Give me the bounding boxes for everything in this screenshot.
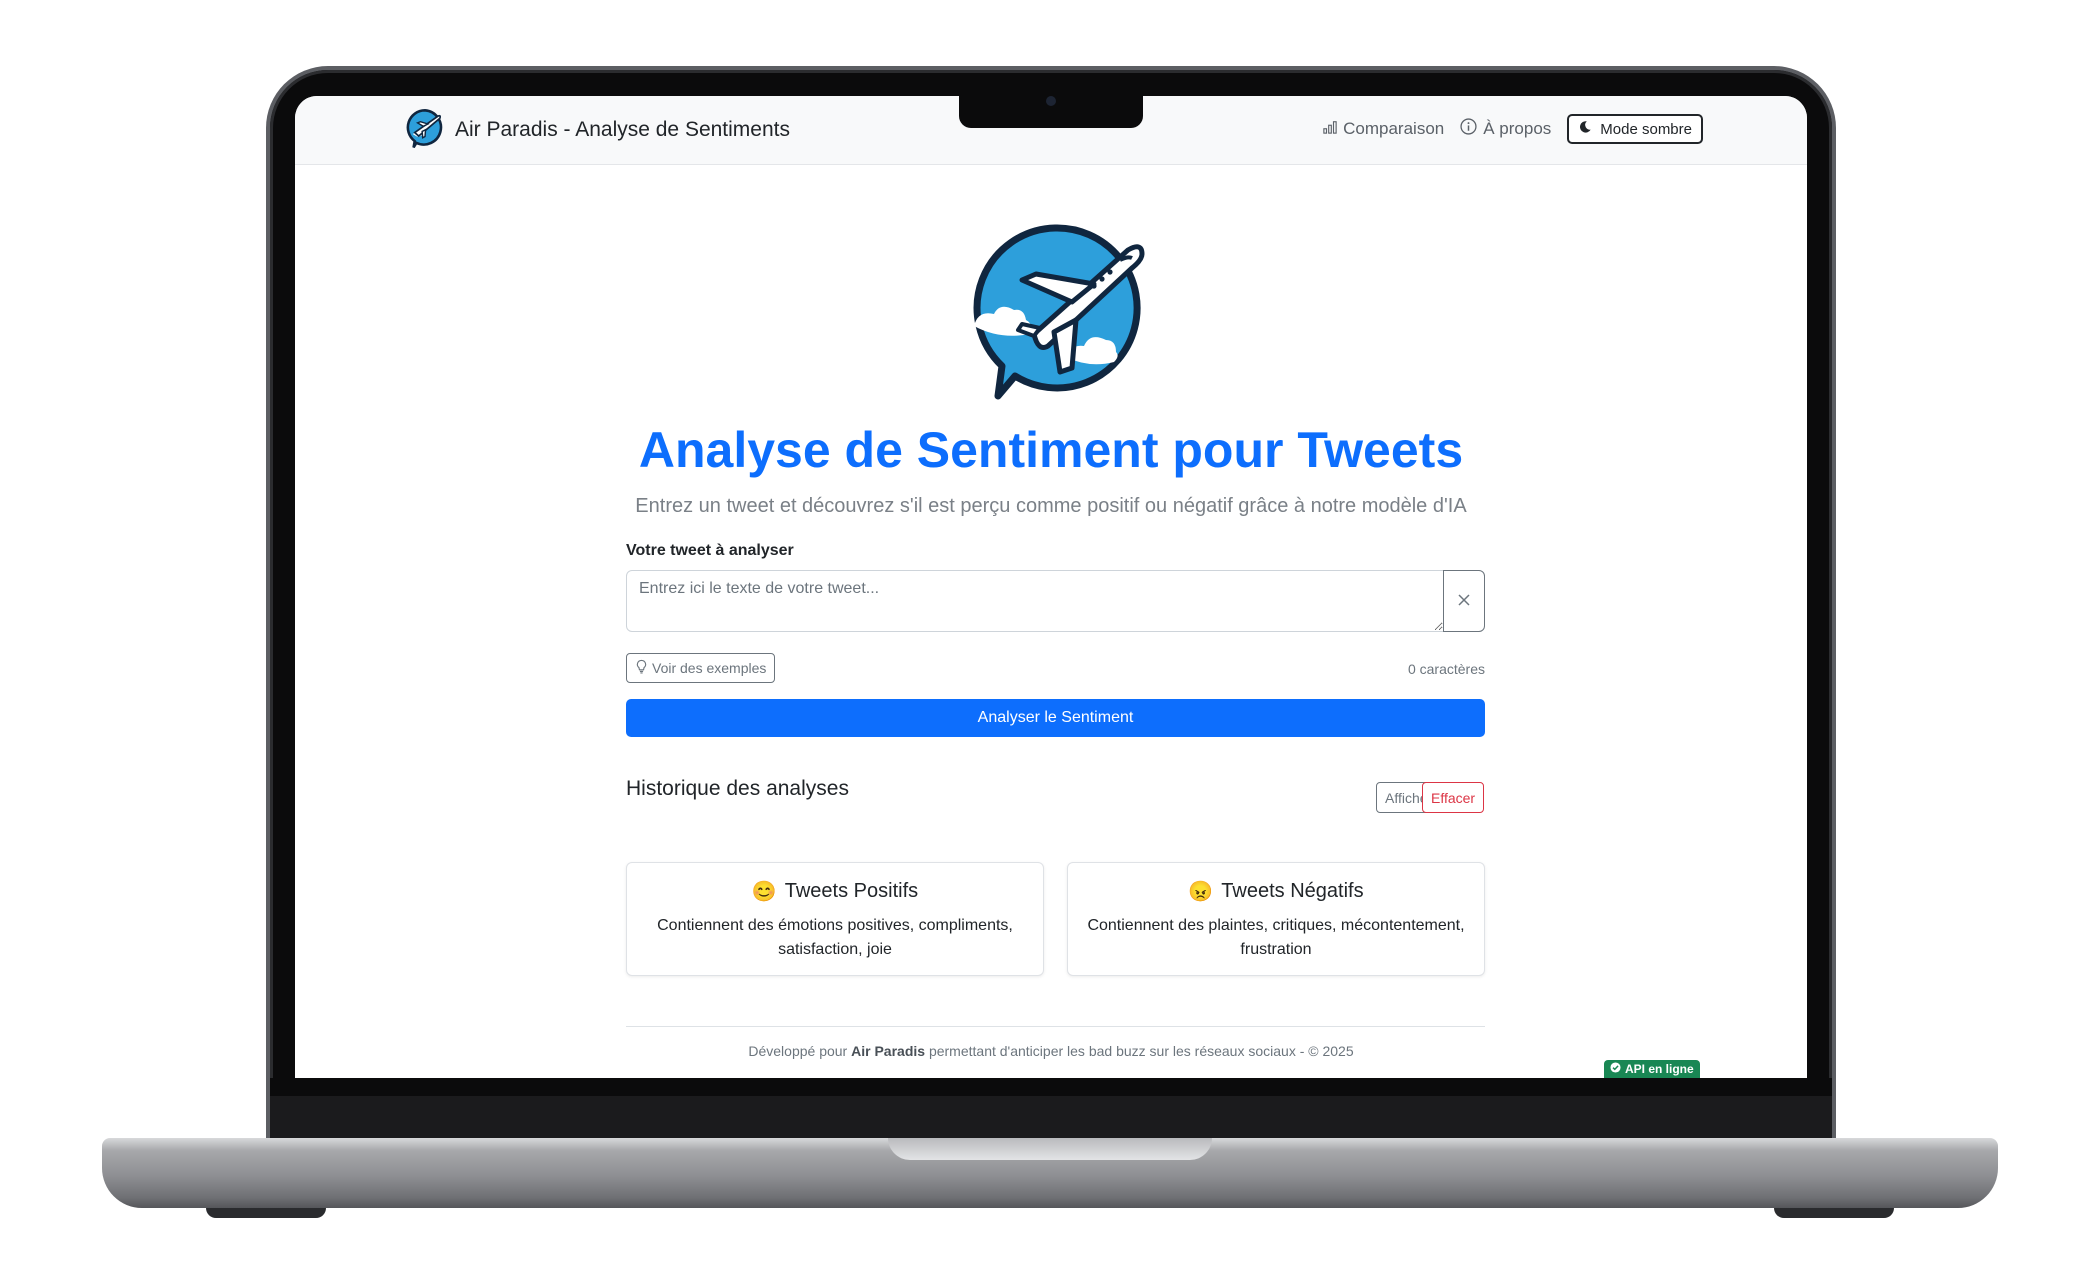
card-title: Tweets Positifs [784, 880, 919, 902]
close-icon [1457, 592, 1471, 611]
page-subtitle: Entrez un tweet et découvrez s'il est pe… [635, 495, 1467, 517]
footer-divider [626, 1026, 1485, 1027]
camera-icon [1046, 96, 1056, 106]
card-description: Contiennent des émotions positives, comp… [657, 917, 1013, 958]
moon-icon [1578, 120, 1592, 138]
laptop-foot-left [206, 1208, 326, 1218]
dark-mode-button[interactable]: Mode sombre [1567, 114, 1703, 144]
navbar-brand[interactable]: Air Paradis - Analyse de Sentiments [405, 108, 790, 152]
positive-tweets-card: 😊 Tweets Positifs Contiennent des émotio… [626, 862, 1044, 976]
laptop-base-notch [888, 1138, 1212, 1160]
tweet-field-label: Votre tweet à analyser [626, 542, 794, 559]
api-status-badge: API en ligne [1604, 1060, 1700, 1078]
negative-tweets-card: 😠 Tweets Négatifs Contiennent des plaint… [1067, 862, 1485, 976]
dark-mode-label: Mode sombre [1600, 120, 1692, 138]
nav-link-comparaison[interactable]: Comparaison [1323, 119, 1444, 139]
hero-logo-icon [960, 218, 1150, 406]
examples-label: Voir des exemples [652, 660, 767, 676]
page-title: Analyse de Sentiment pour Tweets [638, 422, 1464, 478]
char-count: 0 caractères [1407, 661, 1485, 677]
clear-history-button[interactable]: Effacer [1422, 782, 1485, 813]
analyze-button[interactable]: Analyser le Sentiment [626, 699, 1485, 737]
check-circle-icon [1610, 1062, 1621, 1076]
angry-emoji-icon: 😠 [1188, 881, 1214, 903]
lightbulb-icon [635, 659, 648, 677]
bar-chart-icon [1323, 119, 1337, 139]
show-examples-button[interactable]: Voir des exemples [626, 653, 776, 683]
info-circle-icon [1460, 118, 1477, 140]
footer-suffix: permettant d'anticiper les bad buzz sur … [925, 1043, 1354, 1059]
history-title: Historique des analyses [626, 777, 849, 800]
api-status-label: API en ligne [1625, 1062, 1694, 1076]
nav-link-label: Comparaison [1343, 119, 1445, 138]
clear-input-button[interactable] [1443, 570, 1485, 632]
laptop-foot-right [1774, 1208, 1894, 1218]
brand-logo-icon [405, 108, 445, 152]
card-description: Contiennent des plaintes, critiques, méc… [1087, 917, 1465, 958]
footer-text: Développé pour Air Paradis permettant d'… [295, 1043, 1807, 1059]
nav-link-a-propos[interactable]: À propos [1460, 118, 1551, 140]
card-title: Tweets Négatifs [1221, 880, 1364, 902]
tweet-input[interactable] [626, 570, 1444, 632]
brand-title: Air Paradis - Analyse de Sentiments [455, 118, 790, 141]
nav-link-label: À propos [1483, 119, 1552, 138]
footer-prefix: Développé pour [748, 1043, 852, 1059]
card-header: 😠 Tweets Négatifs [1068, 879, 1484, 904]
navbar-right: Comparaison À propos Mode sombre [1323, 108, 1703, 150]
card-header: 😊 Tweets Positifs [627, 879, 1043, 904]
laptop-screen: Air Paradis - Analyse de Sentiments Comp… [295, 96, 1807, 1078]
smile-emoji-icon: 😊 [751, 881, 777, 903]
footer-brand: Air Paradis [851, 1043, 926, 1059]
laptop-chin [270, 1078, 1832, 1142]
